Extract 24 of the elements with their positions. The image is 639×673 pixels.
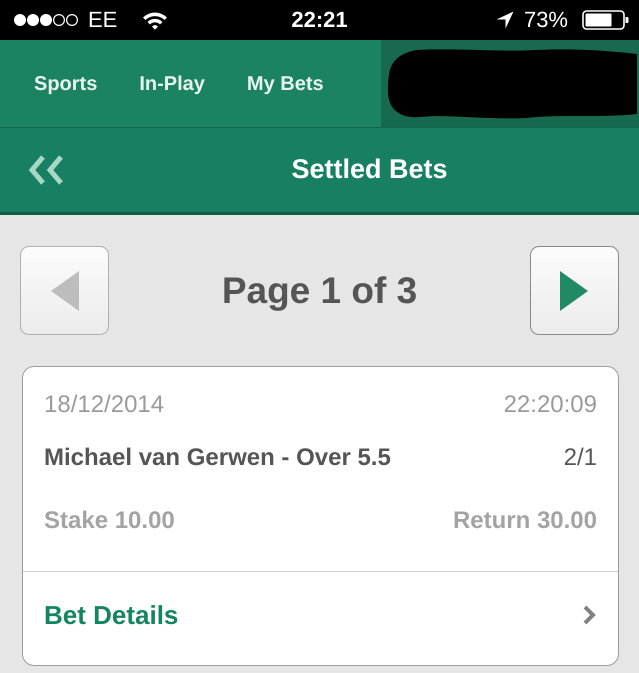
page-indicator: Page 1 of 3 (222, 268, 418, 312)
chevron-right-icon[interactable] (582, 605, 596, 625)
bet-details-link[interactable]: Bet Details (44, 600, 178, 630)
location-arrow-icon (496, 11, 514, 29)
bet-return: Return 30.00 (452, 507, 597, 535)
carrier-name: EE (88, 8, 118, 32)
wifi-icon (142, 10, 168, 30)
battery-icon (582, 10, 629, 30)
signal-strength-icon (13, 13, 79, 27)
triangle-left-icon (50, 270, 78, 310)
bet-odds: 2/1 (564, 444, 597, 472)
nav-tab[interactable]: My Bets (226, 40, 345, 128)
next-page-button[interactable] (530, 246, 619, 335)
clock-time: 22:21 (290, 8, 349, 32)
double-chevron-left-icon[interactable] (28, 155, 66, 185)
bet-time: 22:20:09 (504, 391, 597, 419)
triangle-right-icon (560, 270, 588, 310)
bet-stake: Stake 10.00 (44, 507, 175, 535)
battery-percentage: 73% (524, 8, 568, 32)
nav-tab[interactable]: In-Play (118, 40, 226, 128)
page-title: Settled Bets (290, 153, 449, 186)
nav-tab[interactable]: Sports (13, 40, 118, 128)
bet-date: 18/12/2014 (44, 391, 164, 419)
bet-selection: Michael van Gerwen - Over 5.5 (44, 444, 391, 472)
